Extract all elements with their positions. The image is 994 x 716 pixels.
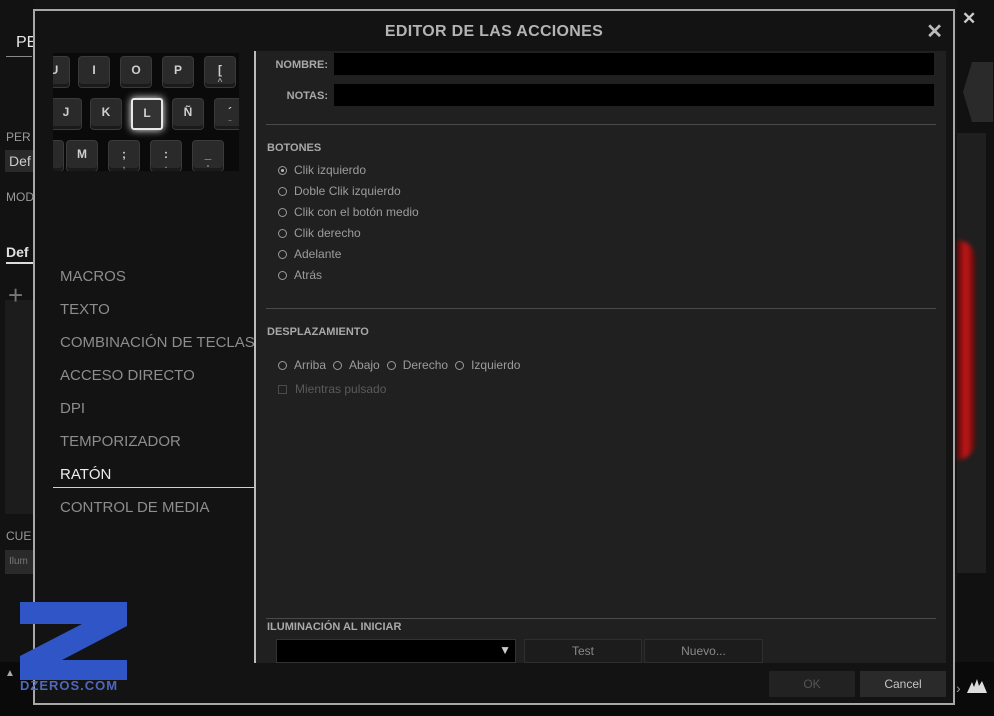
key: ´ ¨ (215, 99, 239, 129)
lighting-select[interactable]: ▼ (276, 639, 516, 663)
key: _ - (193, 141, 223, 171)
radio-icon (278, 360, 287, 370)
notes-label: NOTAS: (286, 90, 328, 102)
notes-input[interactable] (334, 84, 934, 106)
radio-label: Abajo (349, 358, 380, 372)
menu-item-dpi[interactable]: DPI (35, 397, 254, 430)
background-title-underline (6, 56, 32, 57)
key: I (79, 57, 109, 87)
background-label-cue: CUE (6, 529, 32, 543)
radio-clik-derecho[interactable]: Clik derecho (278, 226, 361, 240)
divider (266, 124, 936, 125)
menu-item-texto[interactable]: TEXTO (35, 298, 254, 331)
action-editor-dialog: EDITOR DE LAS ACCIONES ✕ U I O P [^ J K … (33, 9, 955, 705)
radio-label: Clik izquierdo (294, 163, 367, 177)
watermark-text: DZEROS.COM (20, 678, 119, 693)
key: Ñ (173, 99, 203, 129)
radio-label: Doble Clik izquierdo (294, 184, 401, 198)
radio-icon (386, 360, 396, 370)
key: M (67, 141, 97, 171)
radio-label: Adelante (294, 247, 342, 261)
radio-izquierdo[interactable]: Izquierdo (455, 358, 520, 372)
background-list-panel (5, 300, 34, 514)
radio-label: Arriba (294, 358, 327, 372)
background-field-ilum[interactable]: Ilum (5, 550, 34, 574)
key: ;, (109, 141, 139, 171)
radio-abajo[interactable]: Abajo (333, 358, 380, 372)
name-input[interactable] (334, 53, 934, 75)
name-label: NOMBRE: (275, 59, 328, 71)
dropdown-arrow-icon: ▼ (499, 643, 511, 657)
menu-item-raton[interactable]: RATÓN (35, 463, 254, 496)
menu-item-control-de-media[interactable]: CONTROL DE MEDIA (35, 496, 254, 529)
dialog-title: EDITOR DE LAS ACCIONES (384, 23, 604, 40)
radio-icon (455, 360, 465, 370)
radio-clik-boton-medio[interactable]: Clik con el botón medio (278, 205, 419, 219)
add-icon[interactable]: + (8, 280, 23, 311)
background-close-icon[interactable]: ✕ (962, 9, 976, 29)
action-type-menu: MACROS TEXTO COMBINACIÓN DE TECLAS ACCES… (35, 265, 255, 529)
key: :. (151, 141, 181, 171)
action-settings-pane: NOMBRE: NOTAS: BOTONES Clik izquierdo Do… (254, 51, 946, 663)
background-field-def[interactable]: Def (5, 150, 34, 172)
radio-icon (333, 360, 343, 370)
radio-label: Clik derecho (294, 226, 361, 240)
background-label-mod: MOD (6, 190, 34, 204)
background-label-per: PER (6, 130, 31, 144)
cancel-button[interactable]: Cancel (860, 671, 946, 697)
radio-label: Izquierdo (471, 358, 521, 372)
radio-label: Clik con el botón medio (294, 205, 419, 219)
scroll-section-header: DESPLAZAMIENTO (267, 326, 369, 338)
key: O (121, 57, 151, 87)
menu-item-macros[interactable]: MACROS (35, 265, 254, 298)
menu-item-combinacion-de-teclas[interactable]: COMBINACIÓN DE TECLAS (35, 331, 255, 364)
radio-label: Derecho (402, 358, 449, 372)
radio-derecho[interactable]: Derecho (386, 358, 449, 372)
watermark-logo (20, 602, 127, 680)
lighting-section-header: ILUMINACIÓN AL INICIAR (267, 621, 402, 633)
close-icon[interactable]: ✕ (926, 22, 943, 42)
ok-button[interactable]: OK (769, 671, 855, 697)
radio-arriba[interactable]: Arriba (278, 358, 326, 372)
new-button[interactable]: Nuevo... (644, 639, 763, 663)
radio-label: Atrás (294, 268, 323, 282)
radio-clik-izquierdo[interactable]: Clik izquierdo (278, 163, 366, 177)
radio-icon (278, 249, 287, 259)
keyboard-preview: U I O P [^ J K L Ñ ´¨ N M ;, :. _- (53, 53, 239, 171)
radio-selected-icon (278, 165, 287, 175)
key: P (163, 57, 193, 87)
checkbox-label: Mientras pulsado (295, 382, 387, 396)
corsair-logo-icon (966, 676, 988, 700)
menu-selected-underline (53, 487, 254, 488)
hold-checkbox[interactable]: Mientras pulsado (278, 382, 386, 396)
radio-icon (278, 186, 287, 196)
key: N (53, 141, 63, 171)
buttons-section-header: BOTONES (267, 142, 322, 154)
divider (266, 308, 936, 309)
key: [^ (205, 57, 235, 87)
key-selected: L (131, 98, 163, 130)
test-button[interactable]: Test (524, 639, 642, 663)
device-glow (957, 240, 975, 460)
caret-up-icon[interactable]: ▲ (5, 668, 15, 679)
radio-icon (278, 207, 287, 217)
divider (266, 618, 936, 619)
chevron-right-icon[interactable]: › (956, 680, 961, 696)
background-tab-def[interactable]: Def (6, 244, 34, 264)
checkbox-icon (278, 384, 287, 394)
menu-item-temporizador[interactable]: TEMPORIZADOR (35, 430, 254, 463)
radio-adelante[interactable]: Adelante (278, 247, 341, 261)
key: J (53, 99, 81, 129)
key: U (53, 57, 69, 87)
radio-atras[interactable]: Atrás (278, 268, 322, 282)
radio-doble-clik-izquierdo[interactable]: Doble Clik izquierdo (278, 184, 401, 198)
radio-icon (278, 270, 287, 280)
menu-item-acceso-directo[interactable]: ACCESO DIRECTO (35, 364, 254, 397)
scroll-options: Arriba Abajo Derecho Izquierdo (278, 358, 527, 372)
radio-icon (278, 228, 287, 238)
key: K (91, 99, 121, 129)
